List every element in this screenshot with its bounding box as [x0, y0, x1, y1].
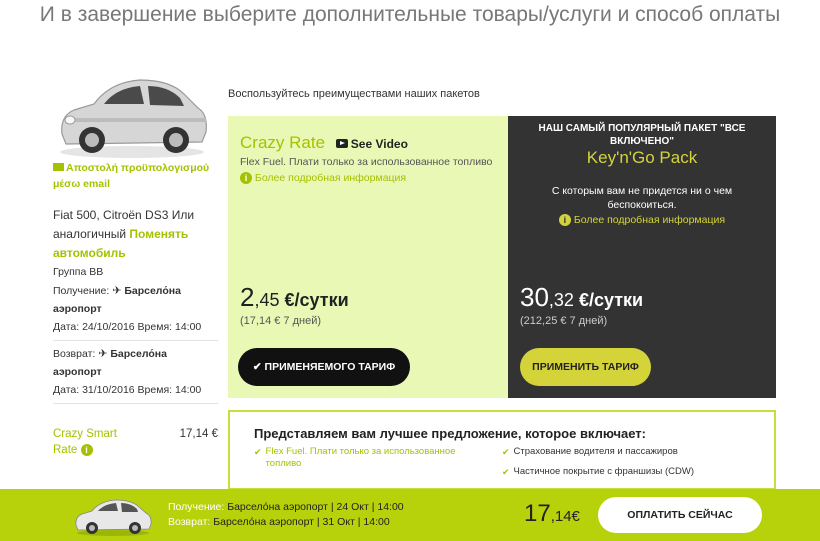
keygo-package: НАШ САМЫЙ ПОПУЛЯРНЫЙ ПАКЕТ "ВСЕ ВКЛЮЧЕНО… — [508, 116, 776, 398]
see-video-link[interactable]: See Video — [335, 137, 408, 151]
list-item: ✔ Страхование водителя и пассажиров — [502, 446, 742, 458]
price-unit: €/сутки — [279, 290, 349, 310]
offer-left-list: ✔ Flex Fuel. Плати только за использованн… — [254, 446, 484, 472]
total-price-cents: ,14€ — [550, 508, 580, 525]
see-video-label: See Video — [350, 137, 408, 151]
offer-right-list: ✔ Страхование водителя и пассажиров ✔ Част… — [502, 446, 742, 486]
packages-intro: Воспользуйтесь преимуществами наших паке… — [228, 88, 480, 100]
trip-summary: Получение: Барсело́на аэропорт | 24 Окт … — [168, 500, 404, 530]
info-icon: i — [240, 172, 252, 184]
package-week-price: (17,14 € 7 дней) — [240, 315, 322, 327]
more-info-label: Более подробная информация — [254, 172, 407, 184]
price-unit: €/сутки — [573, 290, 644, 310]
pay-now-button[interactable]: ОПЛАТИТЬ СЕЙЧАС — [598, 497, 762, 533]
bottom-pickup-label: Получение: — [168, 501, 225, 513]
page-title: И в завершение выберите дополнительные т… — [39, 3, 781, 26]
info-icon[interactable]: i — [80, 444, 93, 456]
return-block: Возврат: ✈ Барсело́на аэропорт Дата: 31/… — [53, 345, 218, 404]
offer-item-label: Страхование водителя и пассажиров — [513, 446, 678, 457]
checkout-bar: Получение: Барсело́на аэропорт | 24 Окт … — [0, 489, 820, 541]
email-link-label: Αποστολή προϋπολογισμού μέσω email — [53, 162, 210, 190]
plane-icon: ✈ — [98, 348, 108, 360]
more-info-link[interactable]: i Более подробная информация — [508, 214, 776, 226]
package-price: 2,45 €/сутки — [240, 282, 349, 313]
package-name: Key'n'Go Pack — [586, 148, 698, 167]
return-date: Дата: 31/10/2016 Время: 14:00 — [53, 384, 202, 396]
rate-name: Crazy Smart Rate i — [53, 426, 133, 458]
crazy-rate-package: Crazy Rate See Video Flex Fuel. Плати то… — [228, 116, 508, 398]
car-thumbnail — [75, 499, 152, 536]
bottom-return-value: Барсело́на аэропорт | 31 Окт | 14:00 — [213, 516, 390, 528]
total-price: 17,14€ — [524, 500, 580, 528]
car-name-label: Fiat 500, Citroën DS3 — [53, 208, 169, 222]
package-week-price: (212,25 € 7 дней) — [520, 315, 608, 327]
applied-rate-label: ПРИМЕНЯЕМОГО ТАРИФ — [264, 361, 396, 373]
pickup-date: Дата: 24/10/2016 Время: 14:00 — [53, 321, 202, 333]
check-icon: ✔ — [502, 467, 510, 477]
email-quote-link[interactable]: Αποστολή προϋπολογισμού μέσω email — [53, 160, 218, 192]
package-description: С которым вам не придется ни о чем беспо… — [551, 185, 733, 211]
package-description: Flex Fuel. Плати только за использованно… — [240, 156, 493, 168]
offer-item-label: Flex Fuel. Плати только за использованно… — [265, 446, 456, 469]
best-offer-box: Представляем вам лучшее предложение, кот… — [228, 410, 776, 490]
info-icon: i — [558, 214, 571, 226]
price-cents: ,45 — [254, 290, 280, 310]
car-image — [60, 79, 207, 158]
price-cents: ,32 — [548, 290, 574, 310]
bottom-return-label: Возврат: — [168, 516, 211, 528]
bottom-return-line: Возврат: Барсело́на аэропорт | 31 Окт | … — [168, 515, 404, 530]
rate-price: 17,14 € — [179, 428, 218, 440]
total-price-integer: 17 — [524, 500, 551, 527]
rate-summary-row: Crazy Smart Rate i 17,14 € — [53, 426, 218, 458]
crazy-rate-title: Crazy Rate — [240, 133, 326, 152]
apply-rate-button[interactable]: ПРИМЕНИТЬ ТАРИФ — [520, 348, 651, 386]
price-integer: 2 — [240, 282, 255, 312]
check-icon: ✔ — [502, 447, 510, 457]
plane-icon: ✈ — [112, 285, 122, 297]
play-icon — [335, 139, 348, 148]
return-label: Возврат: — [53, 348, 96, 360]
check-icon: ✔ — [254, 447, 262, 457]
envelope-icon — [53, 163, 64, 171]
bottom-pickup-line: Получение: Барсело́на аэропорт | 24 Окт … — [168, 500, 404, 515]
more-info-label: Более подробная информация — [573, 214, 726, 226]
popular-banner: НАШ САМЫЙ ПОПУЛЯРНЫЙ ПАКЕТ "ВСЕ ВКЛЮЧЕНО… — [538, 123, 746, 147]
price-integer: 30 — [520, 282, 549, 312]
car-model: Fiat 500, Citroën DS3 Или аналогичный По… — [53, 206, 218, 263]
more-info-link[interactable]: i Более подробная информация — [240, 172, 406, 184]
booking-summary: Αποστολή προϋπολογισμού μέσω email Fiat … — [53, 160, 218, 458]
list-item: ✔ Частичное покрытие с франшизы (CDW) — [502, 466, 742, 478]
car-group: Группа BB — [53, 266, 104, 278]
applied-rate-button[interactable]: ✔ ПРИМЕНЯЕМОГО ТАРИФ — [238, 348, 410, 386]
pickup-block: Получение: ✈ Барсело́на аэропорт Дата: 2… — [53, 282, 218, 341]
offer-item-label: Частичное покрытие с франшизы (CDW) — [513, 466, 695, 477]
package-price: 30,32 €/сутки — [520, 282, 643, 313]
bottom-pickup-value: Барсело́на аэропорт | 24 Окт | 14:00 — [227, 501, 404, 513]
offer-title: Представляем вам лучшее предложение, кот… — [254, 426, 646, 441]
pickup-label: Получение: — [53, 285, 110, 297]
list-item: ✔ Flex Fuel. Плати только за использованн… — [254, 446, 484, 470]
package-name: Crazy Rate See Video — [240, 133, 408, 153]
